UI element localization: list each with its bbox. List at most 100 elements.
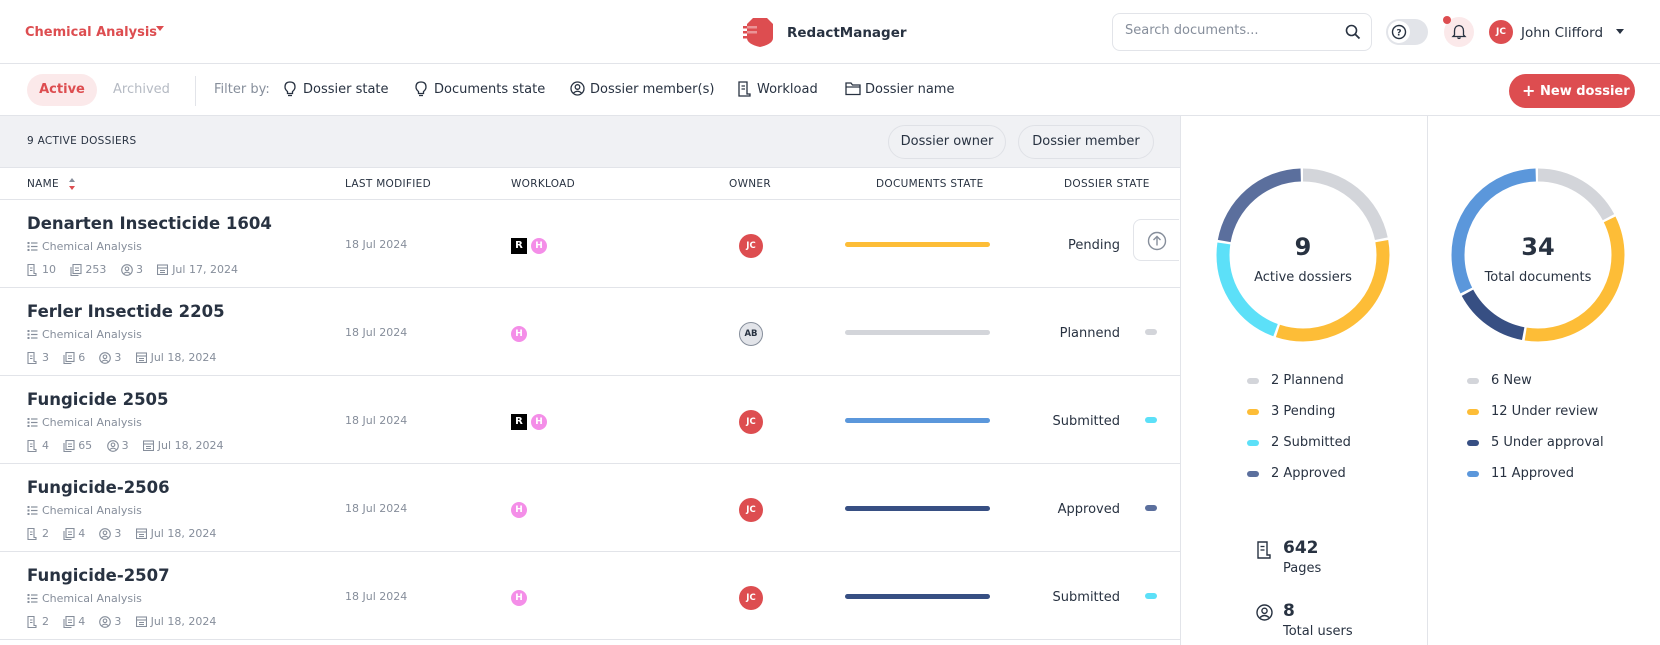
divider <box>1427 116 1428 645</box>
column-owner: OWNER <box>729 178 771 190</box>
workload-badge-h: H <box>511 502 527 518</box>
top-bar: Chemical Analysis RedactManager ? JC Joh <box>0 0 1660 64</box>
divider <box>1180 116 1181 645</box>
state-indicator <box>1145 329 1157 335</box>
workload-badge-r: R <box>511 238 527 254</box>
table-row[interactable]: Denarten Insecticide 1604 Chemical Analys… <box>0 200 1180 288</box>
documents-state-bar <box>845 418 990 423</box>
user-name[interactable]: John Clifford <box>1521 25 1603 41</box>
dossier-name[interactable]: Fungicide 2505 <box>27 390 169 409</box>
column-name[interactable]: NAME <box>27 178 59 190</box>
document-icon <box>738 81 751 97</box>
arrow-up-circle-icon <box>1147 231 1167 251</box>
users-label: Total users <box>1283 624 1353 639</box>
workload-badge-h: H <box>511 590 527 606</box>
active-dossiers-total: 9 <box>1294 233 1312 261</box>
document-icon <box>1257 541 1271 559</box>
search-icon[interactable] <box>1345 24 1361 40</box>
workload-badge-h: H <box>511 326 527 342</box>
dossier-name[interactable]: Denarten Insecticide 1604 <box>27 214 272 233</box>
table-row[interactable]: Fungicide 2505 Chemical Analysis 4 65 3 Jul 1… <box>0 376 1180 464</box>
lightbulb-icon <box>415 81 427 97</box>
dossier-stats: 10 253 3 Jul 17, 2024 <box>27 263 287 277</box>
svg-text:?: ? <box>1396 29 1401 39</box>
owner-avatar[interactable]: JC <box>739 498 763 522</box>
last-modified: 18 Jul 2024 <box>345 590 408 603</box>
documents-state-bar <box>845 506 990 511</box>
documents-state-bar <box>845 594 990 599</box>
brand-logo <box>743 18 773 47</box>
total-documents-total: 34 <box>1521 233 1555 261</box>
dossier-stats: 4 65 3 Jul 18, 2024 <box>27 439 287 453</box>
brand-name: RedactManager <box>787 25 907 41</box>
column-last-modified: LAST MODIFIED <box>345 178 431 190</box>
dossier-name[interactable]: Fungicide-2506 <box>27 478 170 497</box>
tab-active[interactable]: Active <box>27 74 97 106</box>
filter-item-label: Documents state <box>434 82 546 97</box>
chevron-down-icon[interactable] <box>156 26 164 31</box>
filter-item-label: Dossier name <box>865 82 955 97</box>
user-avatar[interactable]: JC <box>1489 20 1513 44</box>
pages-count: 642 <box>1283 538 1319 558</box>
search-box[interactable] <box>1112 13 1372 51</box>
documents-state-bar <box>845 242 990 247</box>
lightbulb-icon <box>284 81 296 97</box>
dossier-state: Approved <box>1057 502 1120 517</box>
table-row[interactable]: Fungicide-2507 Chemical Analysis 2 4 3 Jul 18… <box>0 552 1180 640</box>
workspace-selector[interactable]: Chemical Analysis <box>25 25 157 40</box>
notification-dot <box>1443 16 1451 24</box>
filter-label: Filter by: <box>214 82 270 97</box>
help-mode-toggle[interactable]: ? <box>1386 19 1428 45</box>
owner-avatar[interactable]: JC <box>739 234 763 258</box>
documents-state-bar <box>845 330 990 335</box>
dossier-state: Plannend <box>1059 326 1120 341</box>
total-documents-label: Total documents <box>1484 270 1592 285</box>
column-documents-state: DOCUMENTS STATE <box>876 178 984 190</box>
chevron-down-icon[interactable] <box>1616 29 1624 34</box>
workload-badge-h: H <box>531 238 547 254</box>
user-circle-icon <box>1256 604 1273 621</box>
table-toolbar: 9 ACTIVE DOSSIERS Dossier owner Dossier … <box>0 116 1180 168</box>
pages-label: Pages <box>1283 561 1322 576</box>
active-dossiers-label: Active dossiers <box>1254 270 1352 285</box>
workload-badge-h: H <box>531 414 547 430</box>
bell-icon <box>1451 24 1467 40</box>
last-modified: 18 Jul 2024 <box>345 414 408 427</box>
scroll-to-top-button[interactable] <box>1133 219 1179 261</box>
dossier-state: Pending <box>1068 238 1120 253</box>
divider <box>195 76 196 106</box>
search-input[interactable] <box>1125 23 1335 38</box>
owner-avatar[interactable]: JC <box>739 586 763 610</box>
dossier-count: 9 ACTIVE DOSSIERS <box>27 135 137 147</box>
column-workload: WORKLOAD <box>511 178 576 190</box>
legend-swatch <box>1247 409 1259 415</box>
last-modified: 18 Jul 2024 <box>345 238 408 251</box>
plus-icon: + <box>1522 81 1536 100</box>
filter-item-label: Workload <box>757 82 818 97</box>
legend-swatch <box>1467 471 1479 477</box>
state-indicator <box>1145 417 1157 423</box>
table-row[interactable]: Fungicide-2506 Chemical Analysis 2 4 3 Jul 18… <box>0 464 1180 552</box>
dossier-state: Submitted <box>1052 590 1120 605</box>
folder-icon <box>845 82 861 96</box>
filter-bar: Active Archived Filter by: Dossier state… <box>0 64 1660 116</box>
owner-avatar[interactable]: AB <box>739 322 763 346</box>
tab-archived[interactable]: Archived <box>113 82 170 97</box>
dossier-owner-button[interactable]: Dossier owner <box>888 125 1006 159</box>
table-row[interactable]: Ferler Insectide 2205 Chemical Analysis 3 6… <box>0 288 1180 376</box>
last-modified: 18 Jul 2024 <box>345 502 408 515</box>
legend-swatch <box>1467 378 1479 384</box>
dossier-name[interactable]: Ferler Insectide 2205 <box>27 302 225 321</box>
dossier-member-button[interactable]: Dossier member <box>1018 125 1154 159</box>
state-indicator <box>1145 505 1157 511</box>
filter-item-label: Dossier state <box>303 82 389 97</box>
legend-swatch <box>1467 409 1479 415</box>
dossier-stats: 2 4 3 Jul 18, 2024 <box>27 615 287 629</box>
owner-avatar[interactable]: JC <box>739 410 763 434</box>
dossier-name[interactable]: Fungicide-2507 <box>27 566 170 585</box>
last-modified: 18 Jul 2024 <box>345 326 408 339</box>
state-indicator <box>1145 593 1157 599</box>
new-dossier-button[interactable]: + New dossier <box>1509 74 1635 108</box>
sort-icon[interactable] <box>68 177 76 191</box>
legend-swatch <box>1247 440 1259 446</box>
